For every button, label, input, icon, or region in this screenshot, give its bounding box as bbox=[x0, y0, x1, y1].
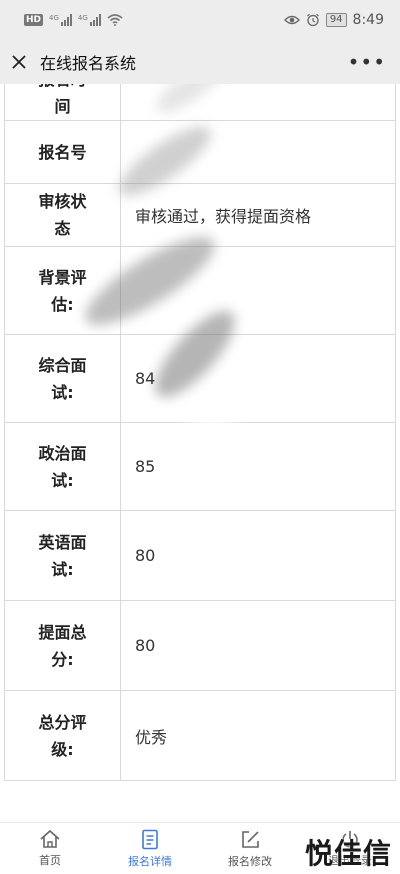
wifi-icon bbox=[107, 14, 123, 26]
row-value: 85 bbox=[120, 422, 396, 511]
tab-registration-edit[interactable]: 报名修改 bbox=[200, 823, 300, 874]
status-bar: HD 4G 4G 94 8:49 bbox=[0, 0, 400, 40]
clock: 8:49 bbox=[352, 12, 384, 28]
table-row: 报名号 bbox=[4, 120, 396, 184]
row-value: 84 bbox=[120, 334, 396, 423]
status-right: 94 8:49 bbox=[283, 12, 384, 28]
row-value bbox=[120, 246, 396, 335]
status-left: HD 4G 4G bbox=[24, 14, 123, 26]
row-label: 政治面试: bbox=[4, 422, 121, 511]
row-value: 80 bbox=[120, 510, 396, 601]
table-row: 背景评估: bbox=[4, 246, 396, 335]
signal-icon: 4G bbox=[49, 14, 72, 26]
registration-info-table: 报名时间 报名号 审核状态 审核通过，获得提面资格 背景评估: 综合面试: 84… bbox=[4, 84, 396, 781]
row-value bbox=[120, 120, 396, 184]
row-label: 报名时间 bbox=[4, 84, 121, 121]
row-value: 审核通过，获得提面资格 bbox=[120, 183, 396, 247]
table-row: 英语面试: 80 bbox=[4, 510, 396, 601]
row-label: 报名号 bbox=[4, 120, 121, 184]
row-label: 审核状态 bbox=[4, 183, 121, 247]
edit-icon bbox=[241, 830, 259, 848]
tab-registration-details[interactable]: 报名详情 bbox=[100, 823, 200, 874]
content-area: 报名时间 报名号 审核状态 审核通过，获得提面资格 背景评估: 综合面试: 84… bbox=[0, 84, 400, 784]
tab-label: 报名详情 bbox=[128, 854, 172, 868]
more-icon[interactable]: ••• bbox=[348, 52, 386, 72]
table-row: 政治面试: 85 bbox=[4, 422, 396, 511]
row-label: 提面总分: bbox=[4, 600, 121, 691]
eye-icon bbox=[283, 15, 300, 25]
row-label: 英语面试: bbox=[4, 510, 121, 601]
network-type-label: 4G bbox=[49, 14, 59, 22]
alarm-icon bbox=[306, 13, 319, 27]
page-title: 在线报名系统 bbox=[40, 54, 137, 73]
tab-home[interactable]: 首页 bbox=[0, 823, 100, 874]
table-row: 综合面试: 84 bbox=[4, 334, 396, 423]
row-label: 总分评级: bbox=[4, 690, 121, 781]
nav-bar: 在线报名系统 ••• bbox=[0, 40, 400, 84]
document-icon bbox=[142, 829, 158, 849]
table-row: 审核状态 审核通过，获得提面资格 bbox=[4, 183, 396, 247]
table-row: 提面总分: 80 bbox=[4, 600, 396, 691]
row-label: 综合面试: bbox=[4, 334, 121, 423]
table-row: 报名时间 bbox=[4, 84, 396, 121]
tab-label: 首页 bbox=[39, 854, 61, 867]
tab-label: 报名修改 bbox=[228, 854, 272, 868]
close-icon[interactable] bbox=[10, 53, 28, 71]
row-value bbox=[120, 84, 396, 121]
battery-indicator: 94 bbox=[325, 13, 347, 27]
row-value: 优秀 bbox=[120, 690, 396, 781]
signal-icon: 4G bbox=[78, 14, 101, 26]
row-value: 80 bbox=[120, 600, 396, 691]
home-icon bbox=[40, 829, 60, 848]
hd-badge: HD bbox=[24, 14, 44, 26]
row-label: 背景评估: bbox=[4, 246, 121, 335]
watermark: 悦佳信 bbox=[304, 837, 392, 870]
table-row: 总分评级: 优秀 bbox=[4, 690, 396, 781]
network-type-label: 4G bbox=[77, 14, 88, 22]
